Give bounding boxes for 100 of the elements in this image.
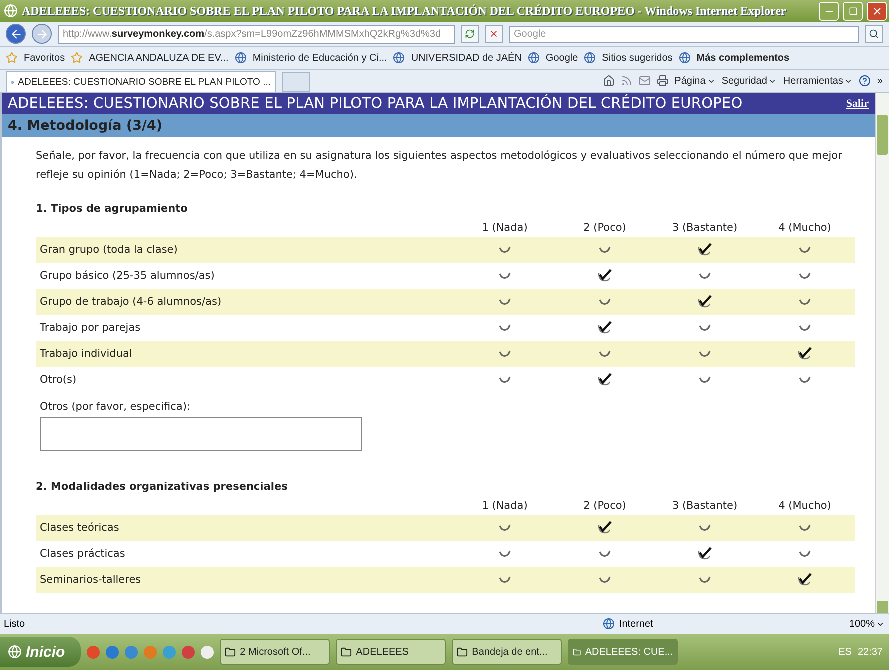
mail-icon[interactable] xyxy=(638,75,651,87)
radio-button[interactable] xyxy=(499,272,511,280)
radio-button[interactable] xyxy=(499,576,511,584)
radio-button[interactable] xyxy=(699,376,711,384)
favorites-item[interactable]: Ministerio de Educación y Ci... xyxy=(252,52,388,64)
zone-label: Internet xyxy=(619,618,654,630)
radio-button[interactable] xyxy=(799,376,811,384)
column-header: 3 (Bastante) xyxy=(671,499,739,514)
restore-button[interactable] xyxy=(843,2,863,20)
minimize-button[interactable] xyxy=(819,2,839,20)
row-label: Trabajo individual xyxy=(36,341,455,367)
favorites-item[interactable]: Sitios sugeridos xyxy=(602,52,673,64)
row-label: Gran grupo (toda la clase) xyxy=(36,237,455,263)
taskbar-task[interactable]: 2 Microsoft Of... xyxy=(220,639,330,665)
search-button[interactable] xyxy=(865,25,883,43)
help-icon[interactable] xyxy=(859,75,872,87)
radio-button[interactable] xyxy=(499,524,511,532)
printer-icon[interactable] xyxy=(656,75,669,87)
radio-button[interactable] xyxy=(599,350,611,358)
home-icon[interactable] xyxy=(602,75,615,87)
checked-radio[interactable] xyxy=(597,321,613,335)
radio-button[interactable] xyxy=(799,272,811,280)
browser-icon xyxy=(4,4,18,18)
search-icon xyxy=(869,29,879,39)
globe-icon xyxy=(584,52,596,64)
radio-button[interactable] xyxy=(499,350,511,358)
command-menu[interactable]: Página xyxy=(674,76,716,86)
exit-link[interactable]: Salir xyxy=(846,98,869,110)
checked-radio[interactable] xyxy=(697,295,713,309)
address-field[interactable]: http://www.surveymonkey.com/s.aspx?sm=L99omZz96hMMMSMxhQ2kRg%3d%3d xyxy=(58,24,455,44)
radio-button[interactable] xyxy=(599,298,611,306)
radio-button[interactable] xyxy=(799,524,811,532)
checked-radio[interactable] xyxy=(697,547,713,561)
close-icon xyxy=(872,6,882,16)
radio-button[interactable] xyxy=(699,324,711,332)
more-commands[interactable]: » xyxy=(877,76,883,86)
radio-button[interactable] xyxy=(699,524,711,532)
close-button[interactable] xyxy=(867,2,887,20)
globe-icon xyxy=(528,52,540,64)
radio-button[interactable] xyxy=(699,350,711,358)
globe-icon xyxy=(678,52,691,64)
forward-button[interactable] xyxy=(32,24,52,44)
radio-button[interactable] xyxy=(699,272,711,280)
survey-title: ADELEEES: CUESTIONARIO SOBRE EL PLAN PILOTO PARA LA IMPLANTACIÓN DEL CRÉDITO EUROPEO xyxy=(8,96,743,112)
radio-button[interactable] xyxy=(499,246,511,254)
radio-button[interactable] xyxy=(599,550,611,558)
browser-tab[interactable]: ADELEEES: CUESTIONARIO SOBRE EL PLAN PILOTO ... xyxy=(6,71,276,92)
favorites-item[interactable]: Más complementos xyxy=(696,52,790,64)
search-field[interactable]: Google xyxy=(509,26,859,42)
taskbar-task[interactable]: Bandeja de ent... xyxy=(452,639,562,665)
question-title: 2. Modalidades organizativas presenciales xyxy=(36,481,289,493)
radio-button[interactable] xyxy=(499,550,511,558)
back-button[interactable] xyxy=(6,24,26,44)
refresh-button[interactable] xyxy=(461,25,479,43)
zoom-control[interactable]: 100% xyxy=(849,618,885,630)
globe-icon xyxy=(603,618,616,630)
radio-button[interactable] xyxy=(799,246,811,254)
rss-icon[interactable] xyxy=(620,75,633,87)
favorites-item[interactable]: Google xyxy=(546,52,578,64)
refresh-icon xyxy=(465,29,475,39)
column-header: 1 (Nada) xyxy=(481,499,529,514)
question-title: 1. Tipos de agrupamiento xyxy=(36,203,189,215)
checked-radio[interactable] xyxy=(597,269,613,283)
radio-button[interactable] xyxy=(499,298,511,306)
column-header: 4 (Mucho) xyxy=(778,221,832,236)
radio-button[interactable] xyxy=(699,576,711,584)
row-label: Grupo de trabajo (4-6 alumnos/as) xyxy=(36,289,455,315)
stop-icon xyxy=(489,29,499,39)
radio-button[interactable] xyxy=(499,376,511,384)
radio-button[interactable] xyxy=(599,246,611,254)
star-icon xyxy=(71,52,84,64)
radio-button[interactable] xyxy=(799,550,811,558)
radio-button[interactable] xyxy=(599,576,611,584)
other-text-field[interactable] xyxy=(40,417,362,451)
checked-radio[interactable] xyxy=(797,573,813,587)
command-menu[interactable]: Herramientas xyxy=(783,76,854,86)
globe-icon xyxy=(393,52,406,64)
radio-button[interactable] xyxy=(799,298,811,306)
checked-radio[interactable] xyxy=(797,347,813,361)
favorites-item[interactable]: AGENCIA ANDALUZA DE EV... xyxy=(89,52,229,64)
favorites-item[interactable]: UNIVERSIDAD de JAÉN xyxy=(411,52,522,64)
checked-radio[interactable] xyxy=(697,243,713,257)
column-header: 1 (Nada) xyxy=(481,221,529,236)
folder-icon xyxy=(341,646,352,658)
command-menu[interactable]: Seguridad xyxy=(722,76,778,86)
checked-radio[interactable] xyxy=(597,521,613,535)
scrollbar[interactable] xyxy=(875,93,889,613)
radio-button[interactable] xyxy=(499,324,511,332)
forward-arrow-icon xyxy=(36,28,48,40)
radio-button[interactable] xyxy=(799,324,811,332)
column-header: 2 (Poco) xyxy=(582,499,628,514)
favorites-item[interactable]: Favoritos xyxy=(24,52,66,64)
column-header: 3 (Bastante) xyxy=(671,221,739,236)
taskbar-task[interactable]: ADELEEES: CUE... xyxy=(568,639,678,665)
globe-icon xyxy=(234,52,247,64)
stop-button[interactable] xyxy=(485,25,503,43)
start-button[interactable]: Inicio xyxy=(0,637,82,667)
checked-radio[interactable] xyxy=(597,373,613,387)
taskbar-task[interactable]: ADELEEES xyxy=(336,639,446,665)
window-title: ADELEEES: CUESTIONARIO SOBRE EL PLAN PILOTO PARA LA IMPLANTACIÓN DEL CRÉDITO EUROPEO - Windows Internet Explorer xyxy=(22,4,788,18)
